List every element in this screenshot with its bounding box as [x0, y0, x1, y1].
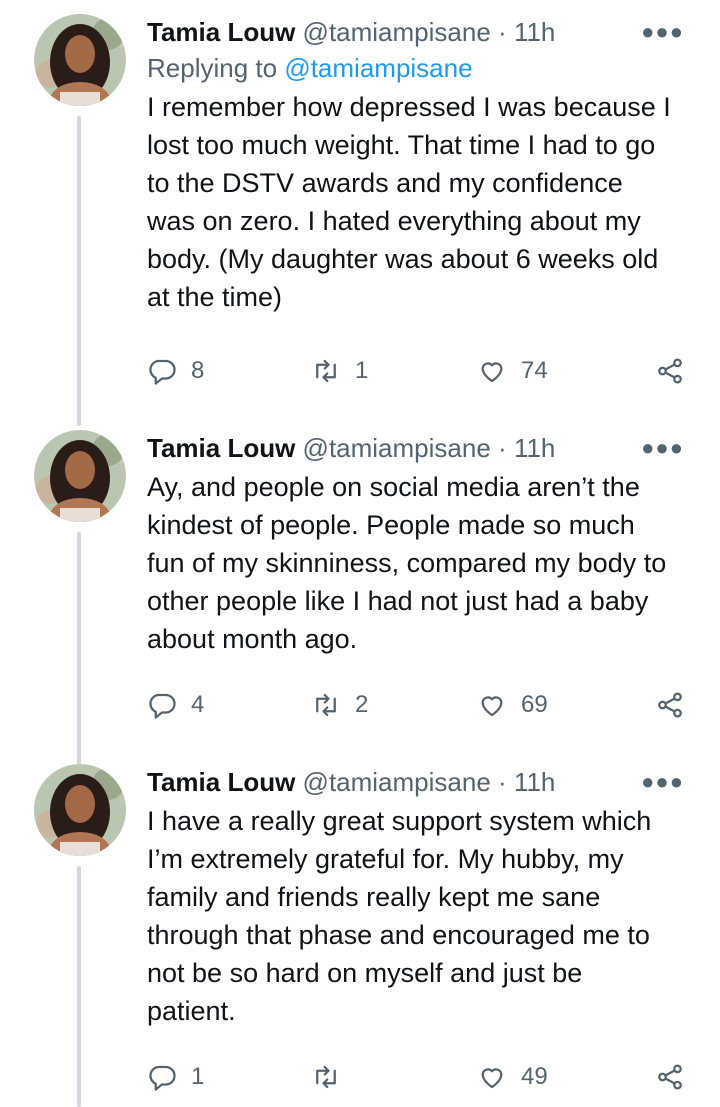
retweet-button[interactable]: 1	[311, 351, 368, 391]
tweet-text-line: I’m extremely grateful for. My hubby, my	[147, 844, 624, 874]
like-count: 69	[521, 691, 548, 718]
tweet-content: Tamia Louw @tamiampisane · 11h ●●● I hav…	[147, 764, 692, 1030]
avatar-column	[34, 14, 126, 106]
like-count: 74	[521, 357, 548, 384]
tweet-actions: 8 1 74	[147, 351, 692, 391]
tweet-text-line: body. (My daughter was about 6 weeks old	[147, 244, 659, 274]
tweet-text: I remember how depressed I was because I…	[147, 88, 692, 316]
reply-button[interactable]: 4	[147, 685, 204, 725]
like-icon	[481, 1068, 503, 1089]
tweet-text-line: fun of my skinniness, compared my body t…	[147, 548, 667, 578]
like-icon	[481, 362, 503, 383]
thread-line	[77, 866, 81, 1107]
tweet-text-line: to the DSTV awards and my confidence	[147, 168, 623, 198]
replying-to-link[interactable]: @tamiampisane	[284, 53, 472, 83]
avatar-column	[34, 430, 126, 522]
tweet-header: Tamia Louw @tamiampisane · 11h ●●●	[147, 430, 692, 466]
more-horizontal-icon[interactable]: ●●●	[641, 764, 684, 800]
author-name[interactable]: Tamia Louw	[147, 433, 295, 463]
retweet-icon	[316, 1065, 336, 1089]
tweet-text-line: I remember how depressed I was because I	[147, 92, 671, 122]
like-icon	[481, 696, 503, 717]
tweet-text-line: through that phase and encouraged me to	[147, 920, 650, 950]
retweet-count: 1	[355, 357, 369, 384]
author-name[interactable]: Tamia Louw	[147, 767, 295, 797]
tweet-text-line: kindest of people. People made so much	[147, 510, 635, 540]
avatar-column	[34, 764, 126, 856]
replying-label: Replying to	[147, 53, 278, 83]
reply-icon	[149, 693, 176, 719]
like-count: 49	[521, 1063, 548, 1090]
tweet-header: Tamia Louw @tamiampisane · 11h ●●●	[147, 764, 692, 800]
tweet-text: Ay, and people on social media aren’t th…	[147, 468, 692, 658]
author-name[interactable]: Tamia Louw	[147, 17, 295, 47]
separator: ·	[498, 767, 507, 797]
retweet-button[interactable]: 2	[311, 685, 368, 725]
like-button[interactable]: 69	[477, 685, 548, 725]
tweet-thread: Tamia Louw @tamiampisane · 11h ●●● Reply…	[0, 0, 720, 1107]
reply-count: 4	[191, 691, 205, 718]
tweet-text-line: family and friends really kept me sane	[147, 882, 601, 912]
author-handle[interactable]: @tamiampisane	[303, 17, 491, 47]
reply-icon	[149, 1065, 176, 1091]
author-handle[interactable]: @tamiampisane	[303, 433, 491, 463]
author-handle[interactable]: @tamiampisane	[303, 767, 491, 797]
reply-count: 8	[191, 357, 205, 384]
reply-count: 1	[191, 1063, 205, 1090]
tweet-text-line: at the time)	[147, 282, 283, 312]
share-button[interactable]	[655, 351, 685, 391]
tweet-text-line: not be so hard on myself and just be	[147, 958, 583, 988]
retweet-icon	[316, 693, 336, 717]
tweet-text-line: I have a really great support system whi…	[147, 806, 652, 836]
share-icon	[658, 358, 682, 384]
tweet-text-line: patient.	[147, 996, 236, 1026]
share-button[interactable]	[655, 1057, 685, 1097]
retweet-icon	[316, 359, 336, 383]
tweet-content: Tamia Louw @tamiampisane · 11h ●●● Ay, a…	[147, 430, 692, 658]
more-horizontal-icon[interactable]: ●●●	[641, 14, 684, 50]
retweet-count: 2	[355, 691, 369, 718]
tweet-text-line: other people like I had not just had a b…	[147, 586, 649, 616]
tweet-actions: 1 49	[147, 1057, 692, 1097]
reply-button[interactable]: 8	[147, 351, 204, 391]
avatar[interactable]	[34, 430, 126, 522]
tweet-text-line: about month ago.	[147, 624, 358, 654]
timestamp[interactable]: 11h	[514, 17, 555, 47]
reply-icon	[149, 359, 176, 385]
separator: ·	[498, 433, 507, 463]
tweet-text: I have a really great support system whi…	[147, 802, 692, 1030]
avatar[interactable]	[34, 764, 126, 856]
tweet-actions: 4 2 69	[147, 685, 692, 725]
retweet-button[interactable]	[311, 1057, 355, 1097]
tweet-content: Tamia Louw @tamiampisane · 11h ●●● Reply…	[147, 14, 692, 316]
like-button[interactable]: 74	[477, 351, 548, 391]
like-button[interactable]: 49	[477, 1057, 548, 1097]
share-icon	[658, 1064, 682, 1090]
tweet-text-line: Ay, and people on social media aren’t th…	[147, 472, 640, 502]
avatar[interactable]	[34, 14, 126, 106]
share-button[interactable]	[655, 685, 685, 725]
tweet-header: Tamia Louw @tamiampisane · 11h ●●●	[147, 14, 692, 50]
reply-button[interactable]: 1	[147, 1057, 204, 1097]
share-icon	[658, 692, 682, 718]
thread-line	[77, 116, 81, 426]
replying-to: Replying to @tamiampisane	[147, 50, 692, 86]
separator: ·	[498, 17, 507, 47]
tweet-text-line: was on zero. I hated everything about my	[147, 206, 641, 236]
timestamp[interactable]: 11h	[514, 433, 555, 463]
more-horizontal-icon[interactable]: ●●●	[641, 430, 684, 466]
timestamp[interactable]: 11h	[514, 767, 555, 797]
tweet-text-line: lost too much weight. That time I had to…	[147, 130, 656, 160]
